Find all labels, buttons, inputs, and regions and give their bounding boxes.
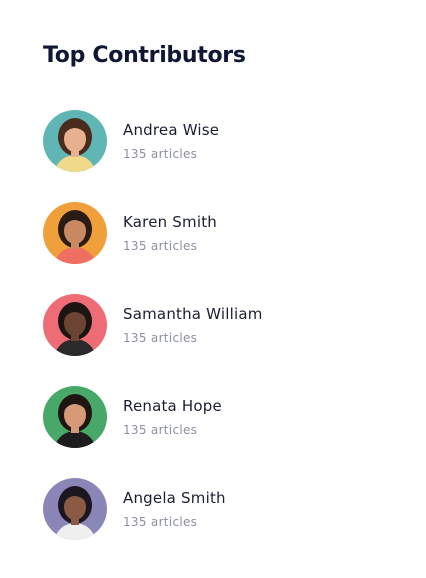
contributor-name[interactable]: Samantha William: [123, 304, 263, 324]
contributor-info: Samantha William 135 articles: [123, 304, 263, 346]
widget-title: Top Contributors: [43, 43, 246, 68]
avatar[interactable]: [43, 110, 107, 172]
avatar[interactable]: [43, 386, 107, 448]
top-contributors-widget: Top Contributors Andrea Wise 135 article…: [43, 40, 403, 540]
contributor-info: Andrea Wise 135 articles: [123, 120, 219, 162]
article-count: 135 articles: [123, 423, 198, 437]
contributor-info: Karen Smith 135 articles: [123, 212, 217, 254]
contributor-name[interactable]: Renata Hope: [123, 396, 222, 416]
contributor-name[interactable]: Angela Smith: [123, 488, 226, 508]
avatar[interactable]: [43, 202, 107, 264]
contributor-item[interactable]: Angela Smith 135 articles: [43, 478, 403, 540]
contributor-item[interactable]: Karen Smith 135 articles: [43, 202, 403, 264]
contributor-name[interactable]: Karen Smith: [123, 212, 217, 232]
article-count: 135 articles: [123, 147, 198, 161]
article-count: 135 articles: [123, 331, 198, 345]
avatar[interactable]: [43, 478, 107, 540]
avatar[interactable]: [43, 294, 107, 356]
avatar-portrait: [43, 294, 107, 356]
contributor-item[interactable]: Renata Hope 135 articles: [43, 386, 403, 448]
contributors-list: Andrea Wise 135 articles Karen Smith 135…: [43, 110, 403, 570]
article-count: 135 articles: [123, 239, 198, 253]
contributor-name[interactable]: Andrea Wise: [123, 120, 219, 140]
article-count: 135 articles: [123, 515, 198, 529]
avatar-portrait: [43, 386, 107, 448]
contributor-item[interactable]: Samantha William 135 articles: [43, 294, 403, 356]
contributor-info: Renata Hope 135 articles: [123, 396, 222, 438]
avatar-portrait: [43, 110, 107, 172]
contributor-info: Angela Smith 135 articles: [123, 488, 226, 530]
contributor-item[interactable]: Andrea Wise 135 articles: [43, 110, 403, 172]
avatar-portrait: [43, 202, 107, 264]
avatar-portrait: [43, 478, 107, 540]
